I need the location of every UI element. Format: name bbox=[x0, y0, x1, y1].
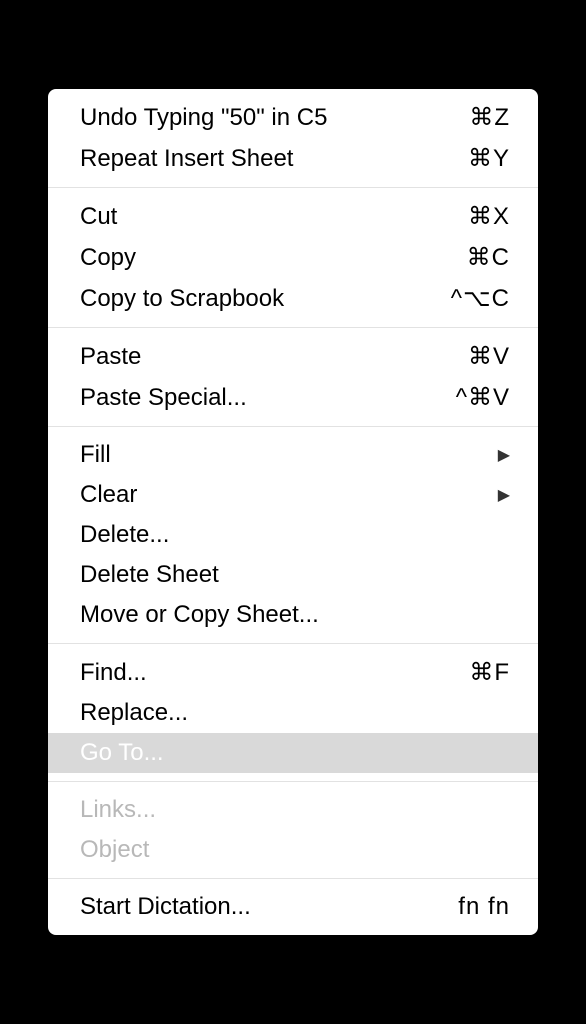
menu-item-move-copy-sheet[interactable]: Move or Copy Sheet... bbox=[48, 595, 538, 635]
menu-item-undo[interactable]: Undo Typing "50" in C5 ⌘Z bbox=[48, 97, 538, 138]
menu-item-delete[interactable]: Delete... bbox=[48, 515, 538, 555]
menu-separator bbox=[48, 643, 538, 644]
menu-item-label: Go To... bbox=[80, 739, 510, 767]
menu-item-clear[interactable]: Clear ▶ bbox=[48, 475, 538, 515]
menu-item-label: Move or Copy Sheet... bbox=[80, 601, 510, 629]
menu-item-label: Copy to Scrapbook bbox=[80, 285, 431, 313]
menu-item-label: Links... bbox=[80, 796, 510, 824]
submenu-arrow-icon: ▶ bbox=[498, 445, 510, 465]
menu-item-label: Object bbox=[80, 836, 510, 864]
edit-menu: Undo Typing "50" in C5 ⌘Z Repeat Insert Sh… bbox=[48, 89, 538, 935]
menu-item-find[interactable]: Find... ⌘F bbox=[48, 652, 538, 693]
menu-item-goto[interactable]: Go To... bbox=[48, 733, 538, 773]
menu-item-label: Fill bbox=[80, 441, 478, 469]
menu-item-repeat[interactable]: Repeat Insert Sheet ⌘Y bbox=[48, 138, 538, 179]
menu-item-shortcut: ⌘Y bbox=[468, 144, 510, 173]
menu-item-label: Copy bbox=[80, 244, 447, 272]
menu-separator bbox=[48, 187, 538, 188]
menu-item-label: Cut bbox=[80, 203, 448, 231]
menu-separator bbox=[48, 878, 538, 879]
menu-item-shortcut: ⌘F bbox=[469, 658, 510, 687]
menu-item-cut[interactable]: Cut ⌘X bbox=[48, 196, 538, 237]
menu-item-shortcut: ⌘X bbox=[468, 202, 510, 231]
menu-item-shortcut: ⌘Z bbox=[469, 103, 510, 132]
menu-item-label: Find... bbox=[80, 659, 449, 687]
menu-item-paste-special[interactable]: Paste Special... ^⌘V bbox=[48, 377, 538, 418]
menu-item-label: Delete... bbox=[80, 521, 510, 549]
menu-item-paste[interactable]: Paste ⌘V bbox=[48, 336, 538, 377]
menu-item-delete-sheet[interactable]: Delete Sheet bbox=[48, 555, 538, 595]
menu-item-shortcut: ⌘V bbox=[468, 342, 510, 371]
menu-item-label: Repeat Insert Sheet bbox=[80, 145, 448, 173]
menu-item-label: Undo Typing "50" in C5 bbox=[80, 104, 449, 132]
menu-separator bbox=[48, 426, 538, 427]
menu-item-object: Object bbox=[48, 830, 538, 870]
menu-separator bbox=[48, 327, 538, 328]
menu-item-label: Clear bbox=[80, 481, 478, 509]
menu-item-label: Paste bbox=[80, 343, 448, 371]
menu-item-copy-scrapbook[interactable]: Copy to Scrapbook ^⌥C bbox=[48, 278, 538, 319]
menu-item-replace[interactable]: Replace... bbox=[48, 693, 538, 733]
menu-item-label: Delete Sheet bbox=[80, 561, 510, 589]
menu-item-fill[interactable]: Fill ▶ bbox=[48, 435, 538, 475]
menu-item-shortcut: ⌘C bbox=[467, 243, 510, 272]
menu-item-label: Paste Special... bbox=[80, 384, 436, 412]
menu-item-label: Replace... bbox=[80, 699, 510, 727]
menu-item-label: Start Dictation... bbox=[80, 893, 438, 921]
menu-item-links: Links... bbox=[48, 790, 538, 830]
menu-separator bbox=[48, 781, 538, 782]
menu-item-dictation[interactable]: Start Dictation... fn fn bbox=[48, 887, 538, 927]
submenu-arrow-icon: ▶ bbox=[498, 485, 510, 505]
menu-item-shortcut: ^⌥C bbox=[451, 284, 510, 313]
menu-item-shortcut: fn fn bbox=[458, 893, 510, 921]
menu-item-shortcut: ^⌘V bbox=[456, 383, 510, 412]
menu-item-copy[interactable]: Copy ⌘C bbox=[48, 237, 538, 278]
